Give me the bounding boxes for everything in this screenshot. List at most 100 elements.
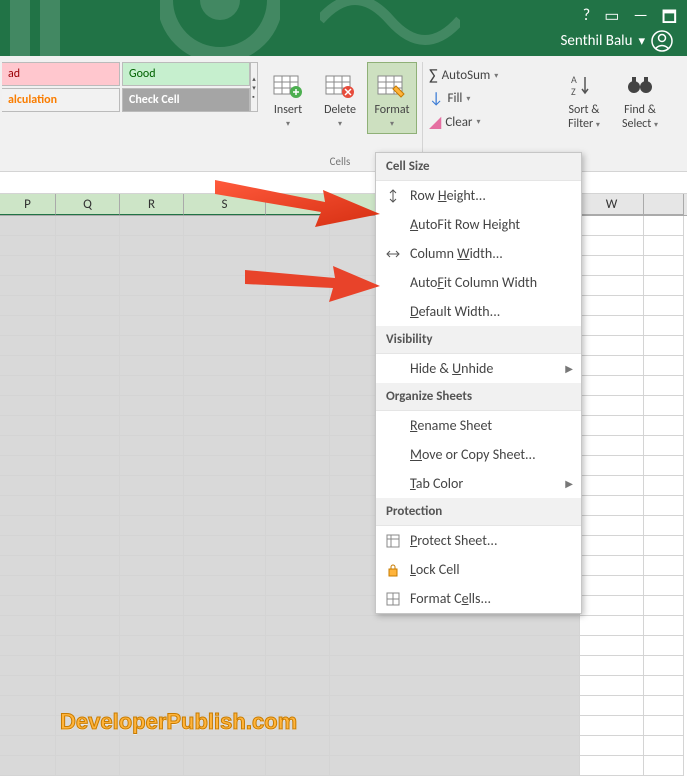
table-row[interactable] — [0, 596, 687, 616]
format-button[interactable]: Format ▾ — [367, 62, 417, 134]
table-row[interactable] — [0, 256, 687, 276]
cell[interactable] — [120, 496, 184, 516]
table-row[interactable] — [0, 456, 687, 476]
cell[interactable] — [580, 436, 644, 456]
cell[interactable] — [184, 376, 266, 396]
sort-filter-button[interactable]: AZ Sort & Filter ▾ — [557, 62, 611, 136]
cell[interactable] — [184, 516, 266, 536]
menu-format-cells[interactable]: Format Cells... — [376, 584, 581, 613]
column-header[interactable]: P — [0, 194, 56, 215]
cell[interactable] — [0, 416, 56, 436]
cell[interactable] — [184, 616, 266, 636]
cell[interactable] — [120, 316, 184, 336]
cell[interactable] — [644, 716, 684, 736]
cell[interactable] — [330, 736, 580, 756]
cell[interactable] — [120, 556, 184, 576]
cell[interactable] — [0, 516, 56, 536]
cell[interactable] — [56, 276, 120, 296]
cell[interactable] — [0, 236, 56, 256]
cell[interactable] — [184, 756, 266, 776]
cell[interactable] — [0, 656, 56, 676]
cell[interactable] — [580, 596, 644, 616]
menu-row-height[interactable]: Row Height... — [376, 181, 581, 210]
table-row[interactable] — [0, 356, 687, 376]
cell[interactable] — [184, 216, 266, 236]
cell[interactable] — [120, 516, 184, 536]
cell[interactable] — [56, 736, 120, 756]
table-row[interactable] — [0, 556, 687, 576]
find-select-button[interactable]: Find & Select ▾ — [613, 62, 667, 136]
cell[interactable] — [266, 276, 330, 296]
cell[interactable] — [184, 676, 266, 696]
cell[interactable] — [266, 496, 330, 516]
cell[interactable] — [580, 276, 644, 296]
column-header[interactable]: W — [580, 194, 644, 215]
cell[interactable] — [120, 476, 184, 496]
table-row[interactable] — [0, 676, 687, 696]
cell[interactable] — [120, 356, 184, 376]
cell[interactable] — [56, 396, 120, 416]
cell[interactable] — [184, 276, 266, 296]
minimize-button[interactable]: — — [633, 6, 647, 33]
cell[interactable] — [266, 556, 330, 576]
cell[interactable] — [184, 296, 266, 316]
cell[interactable] — [184, 656, 266, 676]
styles-more-button[interactable]: ▴▾▪ — [250, 62, 258, 112]
cell[interactable] — [120, 336, 184, 356]
cell[interactable] — [644, 696, 684, 716]
cell[interactable] — [0, 396, 56, 416]
cell[interactable] — [0, 356, 56, 376]
table-row[interactable] — [0, 436, 687, 456]
cell[interactable] — [184, 476, 266, 496]
user-menu-caret-icon[interactable]: ▾ — [638, 34, 645, 49]
menu-default-width[interactable]: Default Width... — [376, 297, 581, 326]
cell[interactable] — [0, 536, 56, 556]
cell[interactable] — [0, 216, 56, 236]
cell[interactable] — [644, 656, 684, 676]
table-row[interactable] — [0, 476, 687, 496]
cell[interactable] — [0, 736, 56, 756]
cell[interactable] — [266, 236, 330, 256]
cell[interactable] — [56, 316, 120, 336]
menu-rename-sheet[interactable]: Rename Sheet — [376, 411, 581, 440]
cell[interactable] — [184, 556, 266, 576]
cell[interactable] — [0, 376, 56, 396]
cell[interactable] — [580, 236, 644, 256]
table-row[interactable] — [0, 636, 687, 656]
cell[interactable] — [56, 236, 120, 256]
clear-button[interactable]: ◢ Clear ▾ — [429, 112, 547, 132]
cell[interactable] — [0, 336, 56, 356]
cell[interactable] — [56, 676, 120, 696]
table-row[interactable] — [0, 516, 687, 536]
style-check-cell[interactable]: Check Cell — [122, 88, 250, 112]
cell[interactable] — [644, 356, 684, 376]
cell[interactable] — [644, 536, 684, 556]
cell[interactable] — [266, 216, 330, 236]
cell[interactable] — [330, 756, 580, 776]
cell[interactable] — [266, 656, 330, 676]
cell[interactable] — [644, 256, 684, 276]
cell[interactable] — [120, 416, 184, 436]
cell[interactable] — [0, 596, 56, 616]
cell[interactable] — [266, 436, 330, 456]
cell[interactable] — [120, 656, 184, 676]
cell[interactable] — [580, 476, 644, 496]
cell[interactable] — [644, 596, 684, 616]
cell[interactable] — [184, 256, 266, 276]
cell[interactable] — [184, 496, 266, 516]
cell[interactable] — [644, 336, 684, 356]
cell[interactable] — [0, 616, 56, 636]
cell[interactable] — [580, 556, 644, 576]
table-row[interactable] — [0, 276, 687, 296]
cell[interactable] — [56, 256, 120, 276]
cell[interactable] — [580, 356, 644, 376]
user-name[interactable]: Senthil Balu — [561, 32, 633, 50]
cell[interactable] — [0, 716, 56, 736]
table-row[interactable] — [0, 536, 687, 556]
cell[interactable] — [56, 296, 120, 316]
style-good[interactable]: Good — [122, 62, 250, 86]
cell[interactable] — [184, 736, 266, 756]
cell[interactable] — [56, 356, 120, 376]
cell[interactable] — [0, 316, 56, 336]
cell[interactable] — [580, 456, 644, 476]
